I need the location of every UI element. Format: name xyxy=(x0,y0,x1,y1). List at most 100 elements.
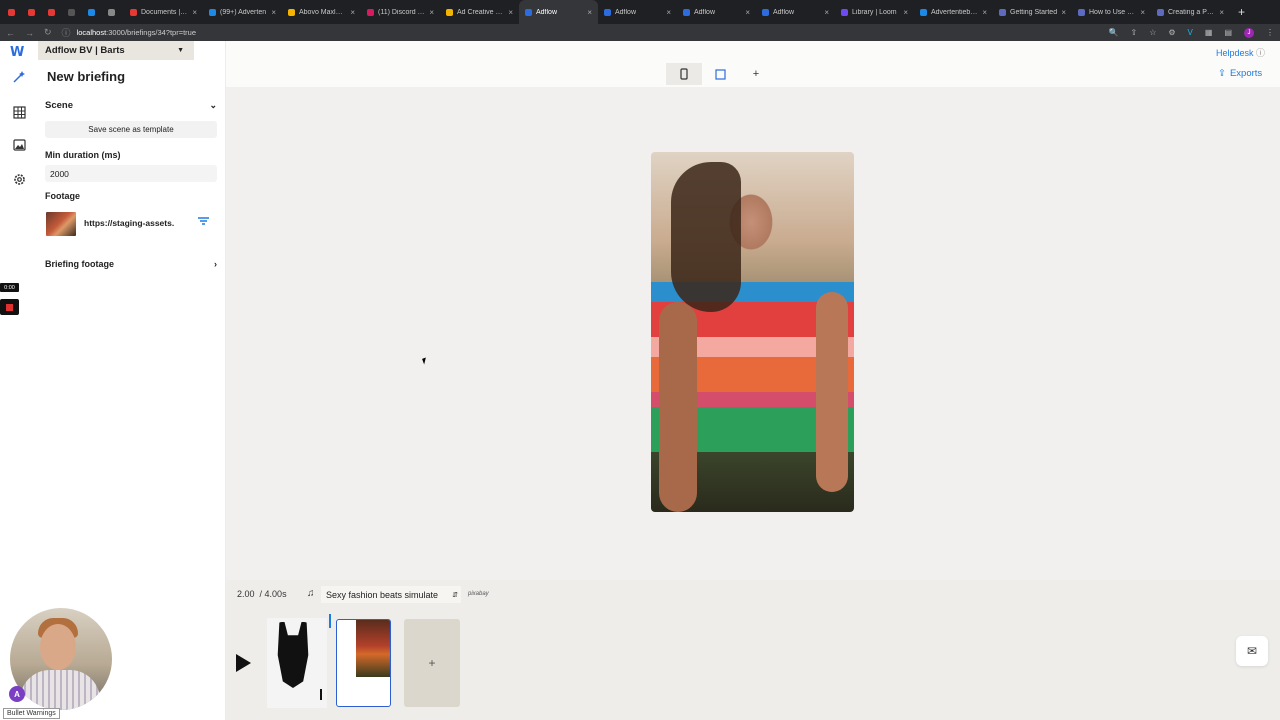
browser-tab[interactable]: Adflow × xyxy=(677,0,756,24)
vimeo-icon[interactable]: V xyxy=(1188,28,1193,37)
gear-icon[interactable] xyxy=(11,171,27,187)
image-icon[interactable] xyxy=(11,137,27,153)
new-tab-button[interactable]: + xyxy=(1230,5,1253,19)
music-track-select[interactable]: Sexy fashion beats simulate ⇵ xyxy=(321,586,461,603)
magic-wand-icon[interactable] xyxy=(11,69,27,85)
clip-trim-handle[interactable] xyxy=(320,689,322,700)
browser-tab[interactable]: Creating a Prod × xyxy=(1151,0,1230,24)
browser-tab[interactable] xyxy=(64,0,84,24)
stop-icon xyxy=(6,303,13,311)
close-icon[interactable]: × xyxy=(271,8,276,17)
sidepanel-icon[interactable]: ▤ xyxy=(1224,28,1232,37)
org-switcher[interactable]: Adflow BV | Barts ▼ xyxy=(38,41,194,60)
profile-avatar[interactable]: J xyxy=(1244,27,1254,38)
timeline-clip-selected[interactable] xyxy=(336,619,391,707)
min-duration-label: Min duration (ms) xyxy=(45,150,121,160)
tab-favicon-icon xyxy=(130,8,137,16)
puzzle-icon[interactable]: ▦ xyxy=(1205,28,1213,37)
browser-tab[interactable]: Library | Loom × xyxy=(835,0,914,24)
site-info-icon[interactable]: ⓘ xyxy=(62,26,71,39)
plus-icon: + xyxy=(752,68,760,80)
tab-label: (11) Discord | #... xyxy=(378,8,426,16)
browser-tab[interactable]: (99+) Adverten × xyxy=(203,0,282,24)
zoom-icon[interactable]: 🔍 xyxy=(1109,28,1119,37)
browser-tab[interactable] xyxy=(84,0,104,24)
add-clip-button[interactable]: + xyxy=(404,619,460,707)
browser-tab[interactable] xyxy=(4,0,24,24)
tab-label: (99+) Adverten xyxy=(220,8,267,16)
portrait-view-button[interactable] xyxy=(666,63,702,85)
close-icon[interactable]: × xyxy=(508,8,513,17)
close-icon[interactable]: × xyxy=(745,8,750,17)
exports-button[interactable]: ⇪ Exports xyxy=(1218,68,1262,79)
tab-label: Adflow xyxy=(694,8,716,16)
browser-tab[interactable]: (11) Discord | #...× xyxy=(361,0,440,24)
close-icon[interactable]: × xyxy=(666,8,671,17)
browser-tab[interactable]: Adflow × xyxy=(756,0,835,24)
close-icon[interactable]: × xyxy=(429,8,434,17)
adflow-logo-icon[interactable]: W xyxy=(10,45,28,60)
browser-tab[interactable]: Adflow × xyxy=(598,0,677,24)
tab-favicon-icon xyxy=(841,8,848,16)
chat-support-button[interactable]: ✉ xyxy=(1236,636,1268,666)
star-icon[interactable]: ☆ xyxy=(1149,28,1156,37)
grid-icon[interactable] xyxy=(11,104,27,120)
tab-label: Advertentiebibli xyxy=(931,8,979,16)
tab-label: Adflow xyxy=(615,8,637,16)
url-input[interactable]: localhost:3000/briefings/34?tpr=true xyxy=(77,28,196,37)
close-icon[interactable]: × xyxy=(1140,8,1145,17)
browser-tab[interactable]: Getting Started × xyxy=(993,0,1072,24)
extension-icon[interactable]: ⚙ xyxy=(1168,28,1175,37)
close-icon[interactable]: × xyxy=(192,8,197,17)
org-name: Adflow BV | Barts xyxy=(45,45,125,56)
close-icon[interactable]: × xyxy=(1219,8,1224,17)
tab-label: Adflow xyxy=(536,8,558,16)
square-view-button[interactable] xyxy=(702,63,738,85)
browser-tab[interactable] xyxy=(24,0,44,24)
page-title: New briefing xyxy=(47,69,126,84)
view-toolbar: + xyxy=(666,63,774,85)
footage-thumbnail[interactable] xyxy=(46,212,76,236)
browser-tab[interactable]: Documents | H... × xyxy=(124,0,203,24)
tab-label: Documents | H... xyxy=(141,8,189,16)
tab-label: Ad Creative Stu xyxy=(457,8,505,16)
clip-thumbnail xyxy=(356,620,390,677)
browser-tab[interactable]: Advertentiebibli × xyxy=(914,0,993,24)
scene-preview-image[interactable] xyxy=(651,152,854,512)
close-icon[interactable]: × xyxy=(587,8,592,17)
browser-tab[interactable]: How to Use Pro × xyxy=(1072,0,1151,24)
tab-favicon-icon xyxy=(68,8,75,16)
tab-favicon-icon xyxy=(525,8,532,16)
tab-favicon-icon xyxy=(48,8,55,16)
close-icon[interactable]: × xyxy=(1061,8,1066,17)
close-icon[interactable]: × xyxy=(350,8,355,17)
footage-url-field[interactable]: https://staging-assets. xyxy=(84,218,184,228)
min-duration-input[interactable]: 2000 xyxy=(45,165,217,182)
play-icon[interactable] xyxy=(236,654,251,672)
close-icon[interactable]: × xyxy=(982,8,987,17)
add-view-button[interactable]: + xyxy=(738,63,774,85)
briefing-footage-toggle[interactable]: Briefing footage › xyxy=(45,259,217,269)
close-icon[interactable]: × xyxy=(824,8,829,17)
browser-tab[interactable]: Ad Creative Stu × xyxy=(440,0,519,24)
browser-tab[interactable]: Abovo Maxlead × xyxy=(282,0,361,24)
browser-tab[interactable]: Adflow × xyxy=(519,0,598,24)
menu-icon[interactable]: ⋮ xyxy=(1266,28,1274,37)
helpdesk-link[interactable]: Helpdesk ⓘ xyxy=(1216,46,1265,59)
share-icon[interactable]: ⇧ xyxy=(1130,28,1137,37)
save-scene-template-button[interactable]: Save scene as template xyxy=(45,121,217,138)
back-icon[interactable]: ← xyxy=(6,28,15,38)
browser-tab[interactable] xyxy=(44,0,64,24)
preview-hair-shape xyxy=(671,162,741,312)
recorder-stop-button[interactable] xyxy=(0,299,19,315)
filter-icon[interactable] xyxy=(198,217,209,230)
playhead[interactable] xyxy=(329,614,331,628)
tab-favicon-icon xyxy=(108,8,115,16)
reload-icon[interactable]: ↻ xyxy=(44,27,52,38)
forward-icon[interactable]: → xyxy=(25,28,34,38)
close-icon[interactable]: × xyxy=(903,8,908,17)
browser-tab[interactable] xyxy=(104,0,124,24)
scene-section-toggle[interactable]: Scene ⌄ xyxy=(45,100,217,111)
extension-badge[interactable]: A xyxy=(9,686,25,702)
tab-favicon-icon xyxy=(1078,8,1085,16)
